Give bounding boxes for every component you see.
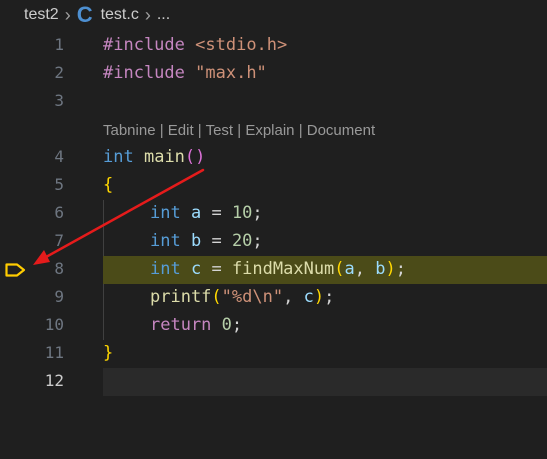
code-text[interactable]: int b = 20; xyxy=(150,231,263,251)
line-number: 5 xyxy=(54,175,64,194)
breadcrumb-file[interactable]: test.c xyxy=(101,6,139,24)
code-line[interactable]: 1 #include <stdio.h> xyxy=(0,32,547,60)
code-text[interactable]: #include <stdio.h> xyxy=(103,35,287,55)
codelens-row: Tabnine | Edit | Test | Explain | Docume… xyxy=(0,116,547,144)
code-text[interactable]: int main() xyxy=(103,147,205,167)
line-number: 12 xyxy=(44,371,64,390)
code-line[interactable]: 9 printf("%d\n", c); xyxy=(0,284,547,312)
code-line[interactable]: 11 } xyxy=(0,340,547,368)
code-text[interactable]: #include "max.h" xyxy=(103,63,267,83)
code-line[interactable]: 5 { xyxy=(0,172,547,200)
code-line[interactable]: 4 int main() xyxy=(0,144,547,172)
line-number: 11 xyxy=(44,343,64,362)
c-file-icon: C xyxy=(76,2,93,27)
line-number: 1 xyxy=(54,35,64,54)
code-line[interactable]: 6 int a = 10; xyxy=(0,200,547,228)
line-number: 2 xyxy=(54,63,64,82)
line-number: 9 xyxy=(54,287,64,306)
code-text[interactable]: } xyxy=(103,343,113,363)
line-number: 7 xyxy=(54,231,64,250)
code-text[interactable]: return 0; xyxy=(150,315,242,335)
line-number: 6 xyxy=(54,203,64,222)
code-line[interactable]: 10 return 0; xyxy=(0,312,547,340)
code-line[interactable]: 7 int b = 20; xyxy=(0,228,547,256)
cursor-line-highlight xyxy=(103,368,547,396)
chevron-right-icon: › xyxy=(64,4,71,25)
code-line[interactable]: 2 #include "max.h" xyxy=(0,60,547,88)
breadcrumb-more[interactable]: ... xyxy=(157,6,170,24)
chevron-right-icon: › xyxy=(144,4,151,25)
breadcrumb-folder[interactable]: test2 xyxy=(24,6,59,24)
line-number: 3 xyxy=(54,91,64,110)
code-editor[interactable]: 1 #include <stdio.h> 2 #include "max.h" … xyxy=(0,32,547,459)
codelens-actions[interactable]: Tabnine | Edit | Test | Explain | Docume… xyxy=(103,122,375,139)
code-text[interactable]: int c = findMaxNum(a, b); xyxy=(150,259,406,279)
line-number: 8 xyxy=(54,259,64,278)
code-line[interactable]: 3 xyxy=(0,88,547,116)
line-number: 4 xyxy=(54,147,64,166)
code-text[interactable]: printf("%d\n", c); xyxy=(150,287,334,307)
code-line-current[interactable]: 8 int c = findMaxNum(a, b); xyxy=(0,256,547,284)
code-text[interactable]: { xyxy=(103,175,113,195)
code-line-cursor[interactable]: 12 xyxy=(0,368,547,396)
code-text[interactable]: int a = 10; xyxy=(150,203,263,223)
line-number: 10 xyxy=(44,315,64,334)
breadcrumb: test2 › C test.c › ... xyxy=(0,0,547,30)
